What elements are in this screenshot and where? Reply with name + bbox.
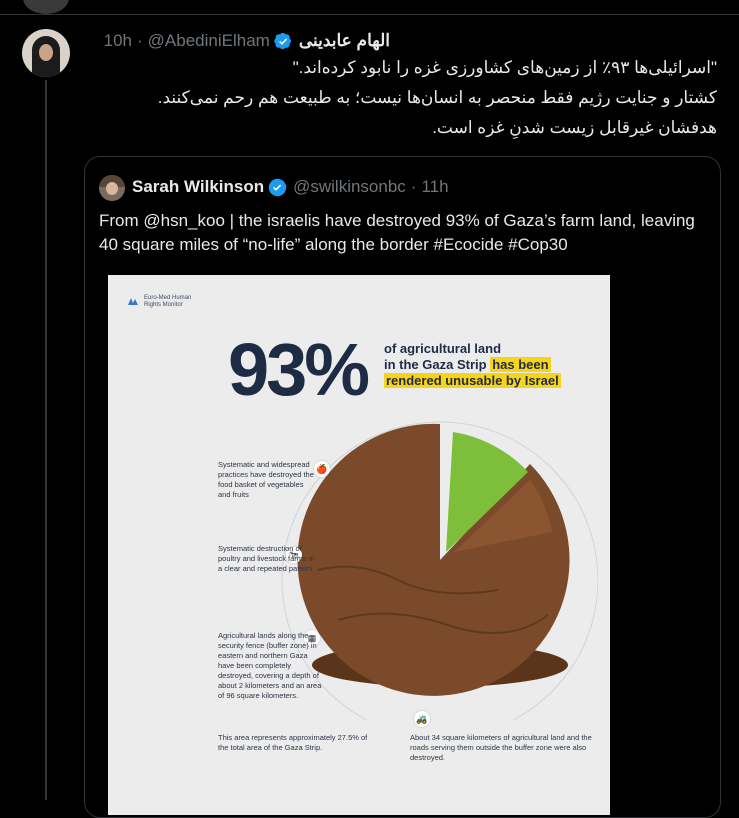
separator-dot: · (136, 31, 143, 50)
tweet-text-line-3: هدفشان غیرقابل زیست شدنِ غزه است. (432, 118, 717, 137)
tweet-text-line-1: "اسرائیلی‌ها ۹۳٪ از زمین‌های کشاورزی غزه… (292, 58, 717, 77)
author-handle[interactable]: @AbediniElham (148, 31, 270, 51)
org-name-line-1: Euro-Med Human (144, 295, 192, 301)
avatar[interactable] (22, 29, 70, 77)
tweet-text-line-2: کشتار و جنایت رژیم فقط منحصر به انسان‌ها… (157, 88, 717, 107)
verified-icon (274, 32, 291, 49)
quoted-tweet-time[interactable]: 11h (421, 177, 448, 197)
previous-avatar[interactable] (23, 0, 69, 14)
avatar-face (39, 44, 53, 61)
headline-highlight-2: rendered unusable by Israel (384, 373, 561, 388)
author-name[interactable]: الهام عابدینی (299, 31, 390, 51)
note-buffer-zone: Agricultural lands along the security fe… (218, 631, 322, 700)
note-outside-buffer: About 34 square kilometers of agricultur… (410, 733, 592, 762)
headline-line-2: in the Gaza Strip has been (384, 357, 561, 373)
soil-pie-slice (297, 423, 570, 696)
tweet-header: 10h · @AbediniElham الهام عابدینی (104, 30, 390, 52)
big-number: 93% (228, 328, 370, 411)
headline-line-2a: in the Gaza Strip (384, 357, 491, 372)
quoted-author-handle[interactable]: @swilkinsonbc (293, 177, 406, 197)
quoted-author-name[interactable]: Sarah Wilkinson (132, 177, 264, 197)
headline-line-3: rendered unusable by Israel (384, 373, 561, 389)
headline-highlight-1: has been (490, 357, 551, 372)
tweet-time[interactable]: 10h (104, 31, 132, 51)
headline-line-1: of agricultural land (384, 341, 502, 356)
org-logo: Euro-Med Human Rights Monitor (126, 295, 191, 309)
quoted-avatar[interactable] (99, 175, 125, 201)
verified-icon (268, 178, 287, 196)
note-food-basket: Systematic and widespread practices have… (218, 460, 314, 499)
headline: of agricultural land in the Gaza Strip h… (384, 341, 561, 389)
note-livestock: Systematic destruction of poultry and li… (218, 544, 315, 573)
org-logo-icon (128, 298, 138, 305)
infographic-image[interactable]: Euro-Med Human Rights Monitor 93% of agr… (108, 275, 610, 815)
org-name-line-2: Rights Monitor (144, 302, 183, 308)
quoted-avatar-face (106, 182, 118, 195)
tractor-icon: 🚜 (414, 711, 430, 727)
quoted-header: Sarah Wilkinson @swilkinsonbc · 11h (132, 177, 449, 197)
top-divider (0, 0, 739, 15)
separator-dot: · (410, 177, 417, 196)
note-area-percent: This area represents approximately 27.5%… (218, 733, 368, 752)
thread-line (45, 80, 47, 800)
quoted-tweet-text: From @hsn_koo | the israelis have destro… (99, 211, 695, 254)
